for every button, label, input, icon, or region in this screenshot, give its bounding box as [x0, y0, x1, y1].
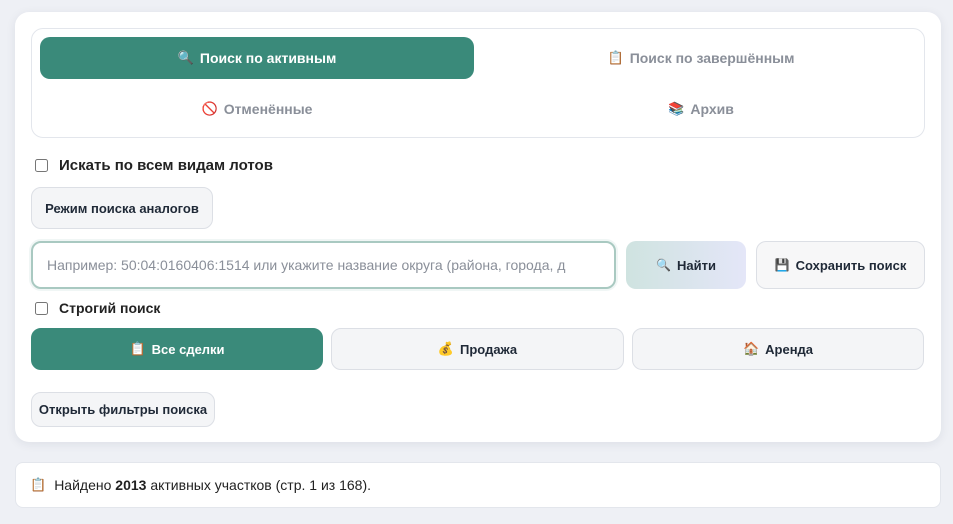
- all-lots-label: Искать по всем видам лотов: [59, 157, 273, 174]
- clipboard-icon: 📋: [607, 50, 624, 65]
- analog-search-mode-button[interactable]: Режим поиска аналогов: [31, 187, 213, 229]
- money-bag-icon: 💰: [437, 341, 455, 356]
- all-lots-checkbox[interactable]: [35, 159, 48, 172]
- tab-completed-search[interactable]: 📋 Поиск по завершённым: [484, 37, 918, 79]
- tab-archive[interactable]: 📚 Архив: [484, 88, 918, 130]
- search-input[interactable]: [31, 241, 616, 289]
- result-count: 2013: [115, 477, 147, 493]
- strict-search-option: Строгий поиск: [35, 300, 160, 316]
- clipboard-icon: 📋: [30, 477, 47, 492]
- tab-label: Отменённые: [223, 101, 313, 117]
- search-panel: 🔍 Поиск по активным 📋 Поиск по завершённ…: [15, 12, 941, 442]
- magnifier-icon: 🔍: [656, 258, 671, 272]
- search-mode-tabs: 🔍 Поиск по активным 📋 Поиск по завершённ…: [31, 28, 925, 138]
- result-prefix: Найдено: [54, 477, 112, 493]
- deal-type-label: Аренда: [765, 341, 814, 357]
- house-icon: 🏠: [742, 341, 760, 356]
- floppy-disk-icon: 💾: [774, 258, 790, 272]
- find-button-label: Найти: [676, 257, 716, 273]
- deal-type-sale[interactable]: 💰 Продажа: [331, 328, 624, 370]
- results-summary: 📋 Найдено 2013 активных участков (стр. 1…: [15, 462, 941, 508]
- save-search-button[interactable]: 💾 Сохранить поиск: [756, 241, 925, 289]
- all-lots-option: Искать по всем видам лотов: [35, 157, 273, 174]
- tab-label: Архив: [690, 101, 734, 117]
- deal-type-rent[interactable]: 🏠 Аренда: [632, 328, 924, 370]
- magnifier-icon: 🔍: [177, 50, 194, 65]
- strict-search-checkbox[interactable]: [35, 301, 48, 315]
- open-filters-button[interactable]: Открыть фильтры поиска: [31, 392, 215, 427]
- books-icon: 📚: [668, 101, 685, 116]
- prohibited-icon: 🚫: [201, 101, 218, 116]
- tab-active-search[interactable]: 🔍 Поиск по активным: [40, 37, 474, 79]
- tab-cancelled[interactable]: 🚫 Отменённые: [40, 88, 474, 130]
- strict-search-label: Строгий поиск: [59, 300, 161, 316]
- find-button[interactable]: 🔍 Найти: [626, 241, 746, 289]
- deal-type-label: Все сделки: [151, 341, 225, 357]
- tab-label: Поиск по завершённым: [629, 50, 795, 66]
- tab-label: Поиск по активным: [199, 50, 337, 66]
- result-suffix: активных участков (стр. 1 из 168).: [150, 477, 371, 493]
- deal-type-all[interactable]: 📋 Все сделки: [31, 328, 323, 370]
- save-button-label: Сохранить поиск: [795, 257, 907, 273]
- deal-type-label: Продажа: [460, 341, 518, 357]
- clipboard-icon: 📋: [129, 341, 146, 356]
